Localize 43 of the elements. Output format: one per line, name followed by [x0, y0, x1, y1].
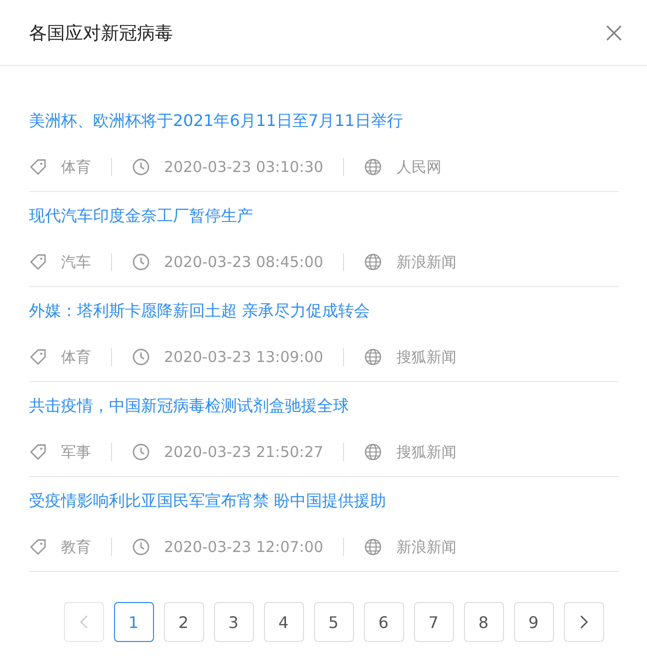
page-button[interactable]: 8	[464, 602, 504, 642]
page-button[interactable]: 6	[364, 602, 404, 642]
tag-icon	[29, 443, 47, 461]
tag-icon	[29, 348, 47, 366]
close-icon[interactable]	[606, 24, 622, 40]
page-button[interactable]: 5	[314, 602, 354, 642]
globe-icon	[364, 348, 382, 366]
category-label: 军事	[61, 442, 91, 462]
source-label: 新浪新闻	[396, 538, 456, 556]
tag-icon	[29, 253, 47, 271]
tag-icon	[29, 158, 47, 176]
category-label: 教育	[61, 538, 91, 556]
chevron-left-icon	[78, 615, 88, 629]
time-label: 2020-03-23 12:07:00	[164, 538, 324, 556]
clock-icon	[132, 538, 150, 556]
clock-icon	[132, 158, 150, 176]
source-label: 搜狐新闻	[396, 348, 456, 366]
clock-icon	[132, 253, 150, 271]
page-button[interactable]: 3	[214, 602, 254, 642]
source-label: 搜狐新闻	[396, 442, 456, 462]
clock-icon	[132, 443, 150, 461]
source-label: 人民网	[396, 158, 442, 176]
page-button[interactable]: 2	[164, 602, 204, 642]
page-button[interactable]: 7	[414, 602, 454, 642]
category-label: 体育	[61, 158, 91, 176]
source-label: 新浪新闻	[396, 252, 456, 272]
time-label: 2020-03-23 08:45:00	[164, 253, 324, 271]
tag-icon	[29, 538, 47, 556]
globe-icon	[364, 158, 382, 176]
time-label: 2020-03-23 03:10:30	[164, 158, 324, 176]
globe-icon	[364, 538, 382, 556]
category-label: 体育	[61, 348, 91, 366]
globe-icon	[364, 253, 382, 271]
page-button[interactable]: 4	[264, 602, 304, 642]
chevron-right-icon	[578, 615, 588, 629]
globe-icon	[364, 443, 382, 461]
clock-icon	[132, 348, 150, 366]
time-label: 2020-03-23 13:09:00	[164, 348, 324, 366]
page-button[interactable]: 9	[514, 602, 554, 642]
next-page-button[interactable]	[564, 602, 604, 642]
category-label: 汽车	[61, 252, 91, 272]
dialog-title: 各国应对新冠病毒	[29, 22, 173, 44]
time-label: 2020-03-23 21:50:27	[164, 443, 324, 461]
